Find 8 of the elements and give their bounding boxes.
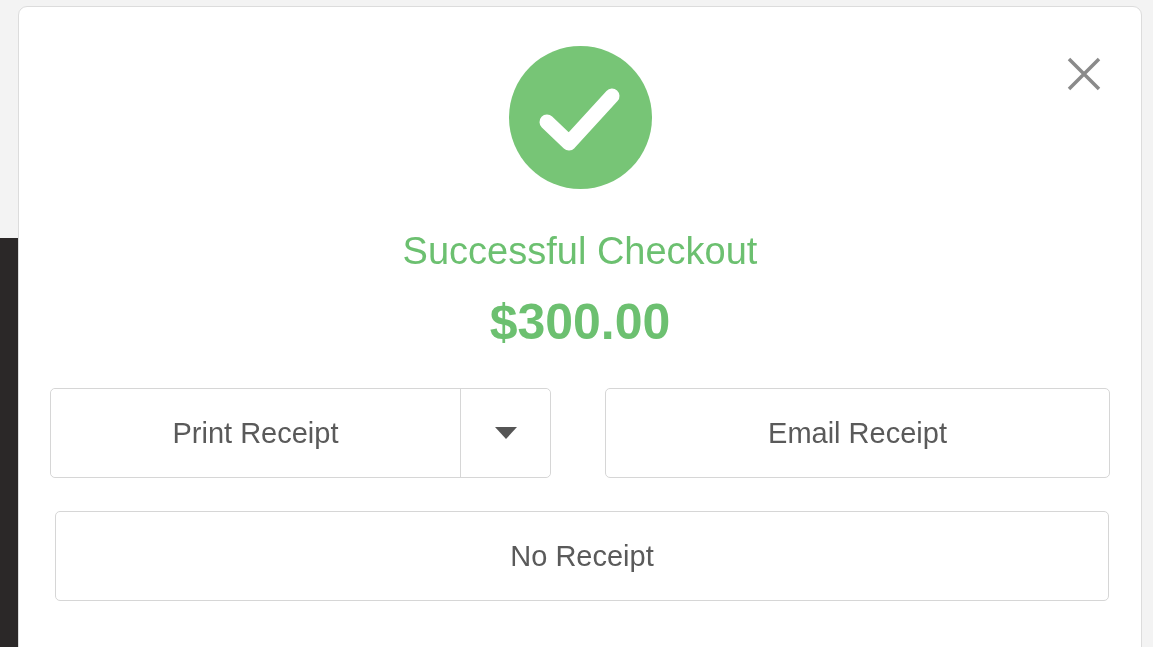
amount-text: $300.00	[489, 293, 671, 351]
email-receipt-button[interactable]: Email Receipt	[605, 388, 1110, 478]
status-title: Successful Checkout	[402, 229, 758, 273]
checkmark-icon	[508, 46, 652, 189]
close-icon[interactable]	[1067, 57, 1101, 91]
caret-icon	[494, 427, 517, 439]
no-receipt-button[interactable]: No Receipt	[55, 511, 1109, 601]
print-receipt-button[interactable]: Print Receipt	[51, 389, 461, 477]
